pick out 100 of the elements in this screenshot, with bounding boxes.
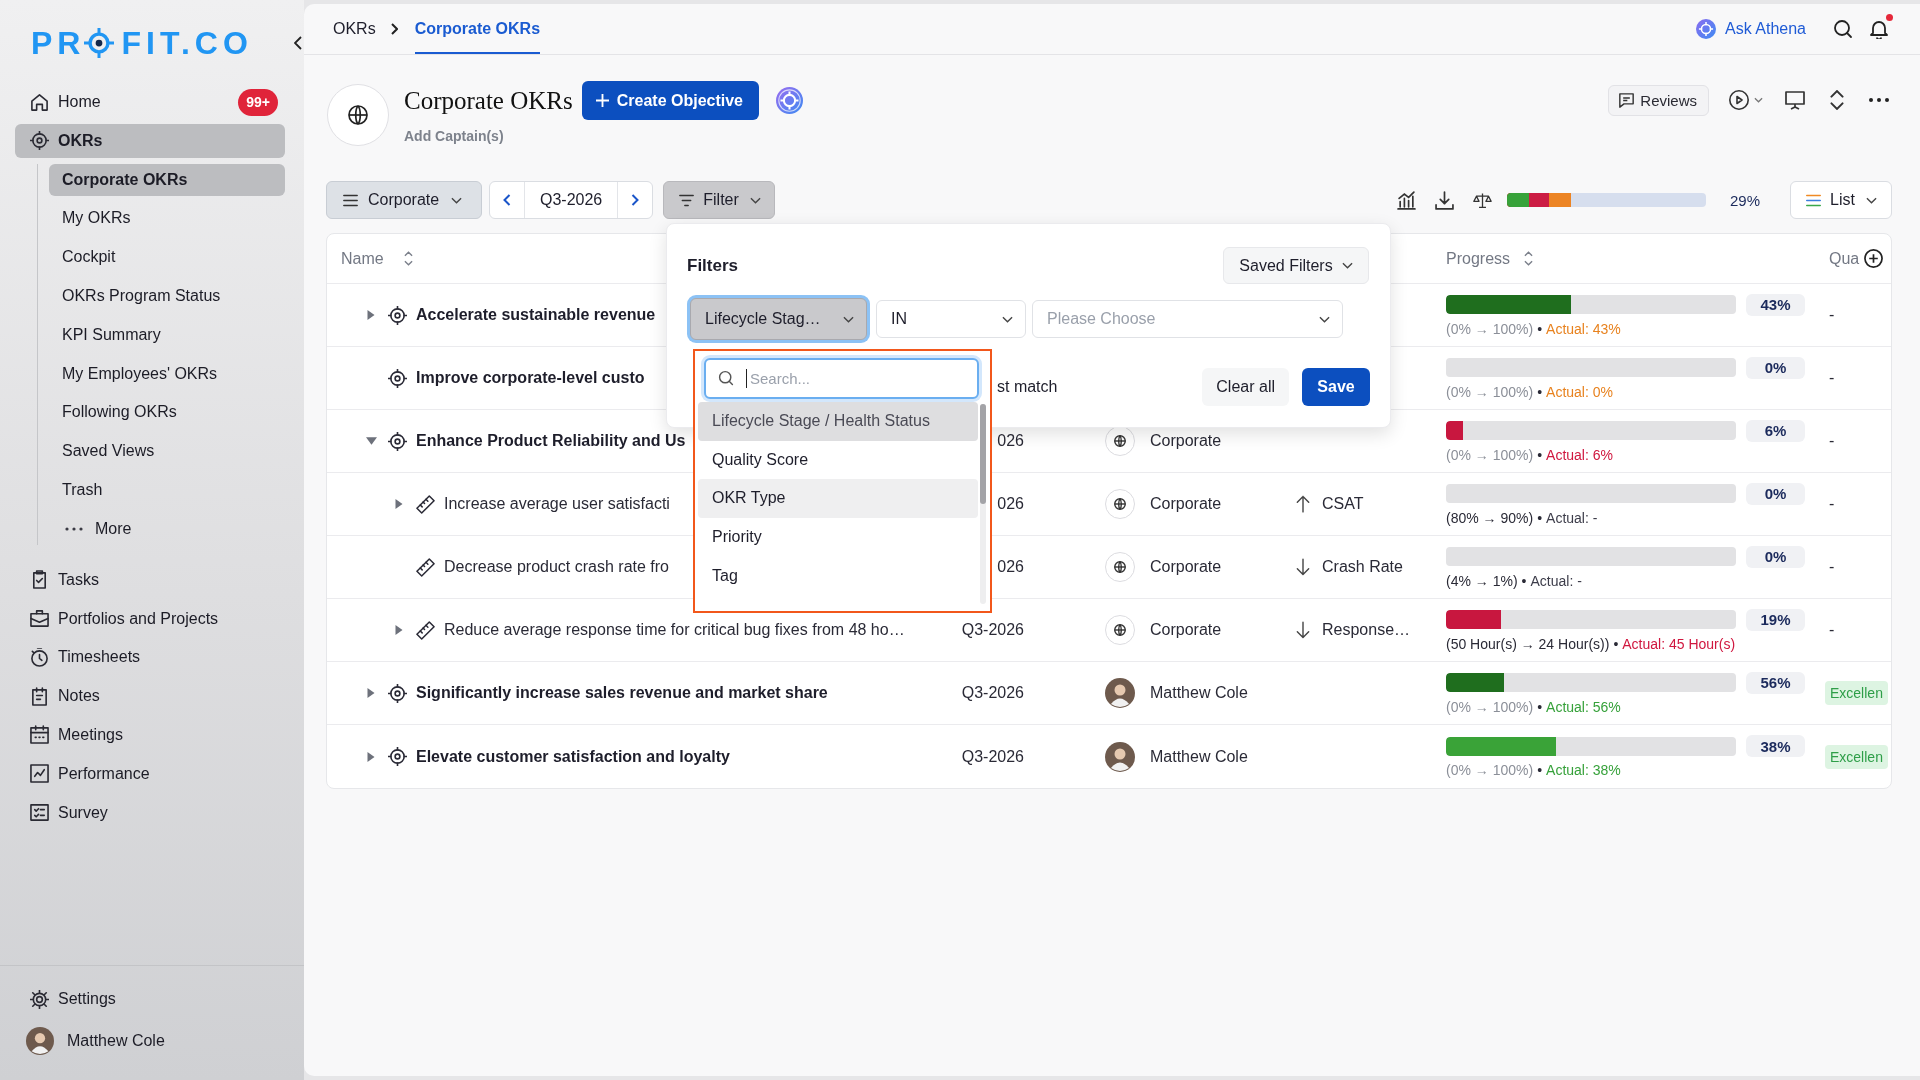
more-icon[interactable] — [1869, 98, 1889, 102]
crosshair-icon[interactable] — [776, 87, 803, 114]
filter-button[interactable]: Filter — [663, 181, 775, 219]
nav-subitem[interactable]: More — [49, 512, 285, 545]
caret-right-icon[interactable] — [367, 310, 375, 320]
column-header: Progress — [1446, 249, 1511, 268]
caret-right-icon[interactable] — [367, 751, 375, 762]
objective-title[interactable]: Significantly increase sales revenue and market share — [416, 684, 828, 702]
caret-down-icon — [1754, 97, 1763, 103]
add-captains-link[interactable]: Add Captain(s) — [404, 128, 803, 144]
actual-value: Actual: 6% — [1546, 446, 1613, 463]
caret-down-icon[interactable] — [365, 437, 377, 445]
reviews-button[interactable]: Reviews — [1608, 84, 1709, 116]
nav-item[interactable]: Performance — [15, 756, 285, 791]
quality-value: - — [1829, 495, 1835, 513]
chevron-down-icon — [843, 315, 854, 323]
scrollbar[interactable] — [980, 404, 986, 604]
saved-filters-button[interactable]: Saved Filters — [1223, 247, 1369, 284]
key-result-title[interactable]: Reduce average response time for critical bug fixes from 48 ho… — [444, 621, 905, 639]
owner-name: Matthew Cole — [1150, 747, 1248, 766]
dropdown-option[interactable]: Lifecycle Stage / Health Status — [698, 402, 978, 441]
nav-item[interactable]: Timesheets — [15, 640, 285, 675]
key-result-title[interactable]: Increase average user satisfacti — [444, 495, 670, 513]
nav-subitem[interactable]: My Employees' OKRs — [49, 357, 285, 390]
filter-field-select[interactable]: Lifecycle Stag… — [690, 298, 867, 340]
scrollbar-thumb[interactable] — [980, 404, 986, 504]
settings-nav-item[interactable]: Settings — [15, 982, 285, 1016]
briefcase-icon — [30, 609, 49, 629]
user-profile[interactable]: Matthew Cole — [15, 1024, 285, 1058]
sort-icon[interactable] — [1524, 251, 1534, 266]
view-mode-dropdown[interactable]: List — [1790, 181, 1892, 219]
nav-item[interactable]: OKRs — [15, 123, 285, 158]
nav-subitem[interactable]: Trash — [49, 473, 285, 506]
dropdown-option[interactable]: Tag — [698, 556, 978, 595]
objective-title[interactable]: Enhance Product Reliability and Us — [416, 432, 686, 450]
sort-icon[interactable] — [403, 251, 413, 266]
progress-percentage: 0% — [1746, 482, 1805, 505]
search-icon — [718, 370, 734, 386]
save-button[interactable]: Save — [1302, 368, 1370, 406]
quality-value: - — [1829, 306, 1835, 324]
objective-title[interactable]: Elevate customer satisfaction and loyalty — [416, 747, 730, 766]
dropdown-option[interactable]: Quality Score — [698, 440, 978, 480]
search-field[interactable]: Search... — [704, 358, 979, 399]
more-dots-icon — [65, 526, 83, 531]
key-result-title[interactable]: Decrease product crash rate fro — [444, 558, 669, 576]
operator-select[interactable]: IN — [876, 300, 1026, 338]
caret-right-icon[interactable] — [395, 499, 403, 509]
chevron-right-icon — [390, 23, 398, 35]
objective-title[interactable]: Improve corporate-level custo — [416, 369, 645, 387]
play-menu-button[interactable] — [1729, 90, 1763, 110]
dropdown-option[interactable]: OKR Type — [698, 479, 978, 518]
arrow-down-icon — [1296, 621, 1310, 639]
chevron-right-icon — [631, 194, 640, 206]
caret-right-icon[interactable] — [395, 625, 403, 635]
breadcrumb-link[interactable]: Corporate OKRs — [414, 4, 541, 54]
caret-right-icon[interactable] — [367, 688, 375, 698]
objective-title[interactable]: Accelerate sustainable revenue — [416, 306, 656, 324]
target-range: (80% → 90%) — [1446, 509, 1534, 526]
nav-subitem[interactable]: Cockpit — [49, 241, 285, 274]
clear-all-button[interactable]: Clear all — [1202, 368, 1289, 406]
nav-subitem[interactable]: Following OKRs — [49, 396, 285, 429]
dropdown-option[interactable]: Priority — [698, 517, 978, 557]
chevron-down-icon — [1341, 262, 1353, 269]
create-objective-button[interactable]: Create Objective — [581, 81, 759, 120]
add-column-icon[interactable] — [1864, 249, 1884, 268]
bar-chart-icon[interactable] — [1396, 190, 1416, 210]
ask-athena-link[interactable]: Ask Athena — [1696, 19, 1806, 39]
nav-item[interactable]: Tasks — [15, 562, 285, 597]
owner-name: Corporate — [1150, 558, 1222, 576]
target-icon — [388, 305, 407, 325]
presentation-icon[interactable] — [1785, 90, 1805, 110]
globe-icon — [1105, 552, 1135, 582]
nav-item[interactable]: Portfolios and Projects — [15, 601, 285, 636]
chevron-left-icon[interactable] — [294, 36, 302, 50]
search-icon[interactable] — [1833, 19, 1853, 39]
nav-subitem[interactable]: KPI Summary — [49, 318, 285, 351]
separator-dot: • — [1537, 762, 1543, 778]
separator-dot: • — [1537, 320, 1543, 337]
nav-item[interactable]: Meetings — [15, 717, 285, 752]
scope-dropdown[interactable]: Corporate — [326, 181, 482, 219]
expand-icon[interactable] — [1827, 90, 1847, 110]
progress-percentage: 56% — [1746, 671, 1805, 694]
nav-item[interactable]: Notes — [15, 679, 285, 714]
avatar — [1105, 741, 1135, 772]
download-icon[interactable] — [1434, 190, 1454, 210]
nav-item[interactable]: Home 99+ — [15, 85, 285, 119]
nav-subitem[interactable]: OKRs Program Status — [49, 280, 285, 312]
period-text: Q3-2026 — [961, 747, 1024, 766]
chevron-down-icon — [749, 196, 761, 204]
nav-subitem[interactable]: Saved Views — [49, 435, 285, 468]
nav-subitem[interactable]: My OKRs — [49, 202, 285, 235]
checklist-icon — [30, 803, 49, 823]
chat-icon — [1619, 92, 1635, 108]
metric-name: CSAT — [1322, 495, 1364, 513]
breadcrumb-link[interactable]: OKRs — [333, 4, 376, 54]
nav-item[interactable]: Survey — [15, 795, 285, 830]
calendar-icon — [30, 725, 49, 745]
list-icon — [1806, 192, 1821, 208]
nav-subitem[interactable]: Corporate OKRs — [49, 163, 285, 196]
bell-icon[interactable] — [1869, 19, 1889, 39]
